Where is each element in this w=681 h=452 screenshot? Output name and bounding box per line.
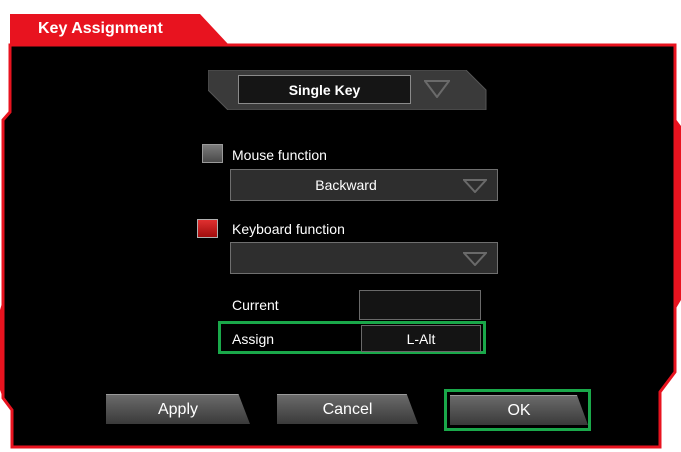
chevron-down-icon <box>463 252 487 266</box>
cancel-button[interactable]: Cancel <box>277 394 418 424</box>
apply-button[interactable]: Apply <box>106 394 250 424</box>
keyboard-function-dropdown[interactable] <box>230 242 498 274</box>
ok-button[interactable]: OK <box>450 395 588 425</box>
mouse-function-checkbox[interactable] <box>202 144 223 163</box>
current-key-field <box>359 290 481 320</box>
assign-label: Assign <box>232 331 275 347</box>
mode-dropdown-arrow-icon[interactable] <box>424 80 450 98</box>
mouse-function-dropdown[interactable]: Backward <box>230 169 498 201</box>
chevron-down-icon <box>463 179 487 193</box>
mode-dropdown[interactable]: Single Key <box>238 75 411 104</box>
mouse-function-label: Mouse function <box>232 147 327 163</box>
keyboard-function-checkbox[interactable] <box>197 219 218 238</box>
mouse-function-value: Backward <box>315 177 377 193</box>
dialog-title: Key Assignment <box>38 20 163 37</box>
current-label: Current <box>232 297 279 313</box>
keyboard-function-label: Keyboard function <box>232 221 345 237</box>
assign-key-field[interactable]: L-Alt <box>361 325 481 352</box>
